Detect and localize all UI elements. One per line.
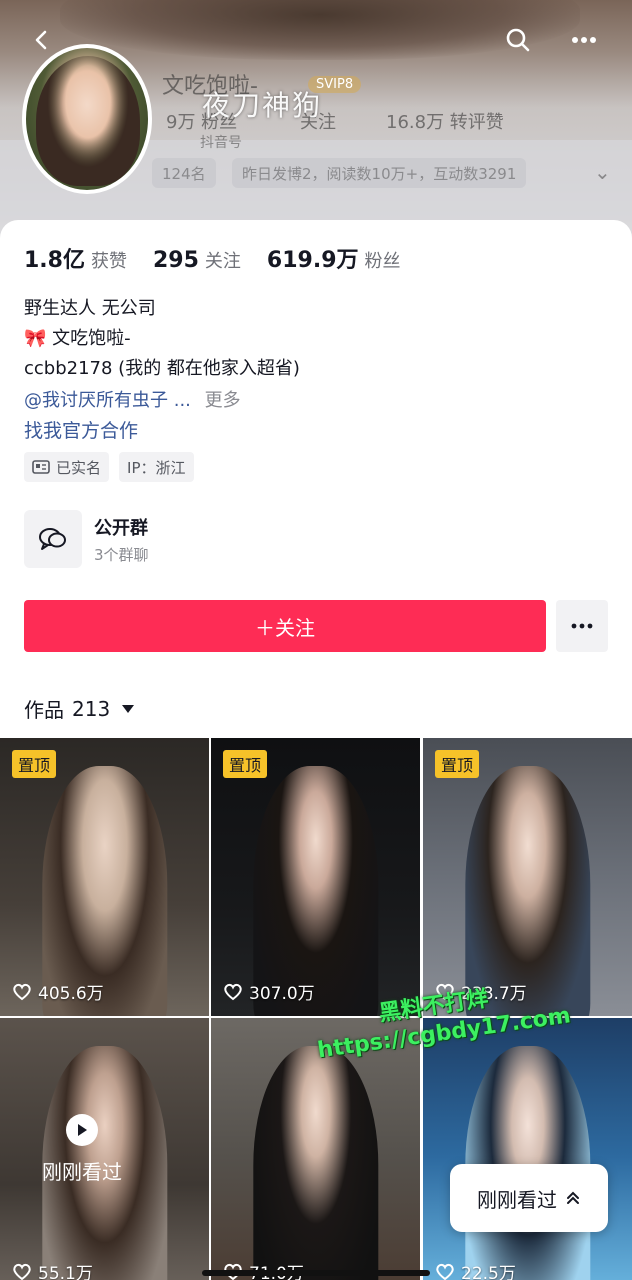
avatar-photo (36, 56, 140, 186)
likes-count: 1.8亿 (24, 248, 85, 273)
like-count: 55.1万 (12, 1259, 93, 1280)
heart-icon (13, 983, 31, 1000)
bio-line-3: ccbb2178 (我的 都在他家入超省) (24, 358, 300, 379)
profile-stats: 1.8亿 获赞 295 关注 619.9万 粉丝 (24, 242, 427, 274)
likes-label: 获赞 (90, 251, 127, 272)
just-watched-button-label: 刚刚看过 (477, 1187, 557, 1212)
avatar[interactable] (22, 44, 152, 194)
verified-tag: 已实名 (24, 452, 110, 482)
following-label[interactable]: 关注 (205, 247, 241, 273)
video-tile[interactable]: 22.5万 (423, 1018, 632, 1280)
video-tile[interactable]: 置顶 405.6万 (0, 738, 209, 1016)
bio-line-2: 🎀 文吃饱啦- (24, 324, 131, 350)
pinned-badge: 置顶 (12, 750, 57, 778)
followers-count[interactable]: 619.9万 (267, 242, 359, 274)
ribbon-icon: 🎀 (24, 328, 47, 349)
just-watched-button[interactable]: 刚刚看过 (450, 1164, 608, 1232)
home-indicator (202, 1270, 430, 1276)
search-button[interactable] (496, 18, 540, 62)
like-count-text: 55.1万 (38, 1264, 93, 1280)
follow-more-button[interactable] (556, 600, 608, 652)
public-group-entry[interactable]: 公开群 3个群聊 (24, 510, 324, 570)
verified-tag-label: 已实名 (56, 458, 102, 477)
group-title: 公开群 (94, 518, 148, 539)
follow-button[interactable]: ＋关注 (24, 600, 546, 652)
ip-location-label: IP：浙江 (127, 458, 186, 477)
more-dots-icon (571, 623, 593, 629)
followers-label[interactable]: 粉丝 (365, 247, 401, 273)
header-rank-pill: 124名 (152, 158, 216, 188)
double-chevron-up-icon (567, 1191, 579, 1204)
profile-tags: 已实名 IP：浙江 (24, 452, 194, 482)
group-subtitle: 3个群聊 (94, 546, 149, 564)
mention-link[interactable]: @我讨厌所有虫子 ... (24, 390, 191, 411)
like-count-text: 307.0万 (249, 984, 315, 1004)
just-watched-label: 刚刚看过 (42, 1160, 122, 1184)
heart-icon (436, 1263, 454, 1280)
group-chat-icon (24, 510, 82, 568)
header-repost-stat: 16.8万 转评赞 (386, 112, 504, 133)
works-tab[interactable]: 作品 213 (24, 694, 135, 723)
following-count[interactable]: 295 (153, 248, 199, 273)
chevron-left-icon (35, 30, 47, 50)
like-count: 307.0万 (223, 979, 315, 1004)
video-tile[interactable]: 刚刚看过 55.1万 (0, 1018, 209, 1280)
works-count: 213 (72, 696, 111, 721)
bio-line-2-text: 文吃饱啦- (52, 328, 131, 349)
official-cooperation-link[interactable]: 找我官方合作 (24, 416, 138, 443)
profile-card: 1.8亿 获赞 295 关注 619.9万 粉丝 野生达人 无公司 🎀 文吃饱啦… (0, 220, 632, 1280)
like-count-text: 405.6万 (38, 984, 104, 1004)
like-count: 22.5万 (435, 1259, 516, 1280)
like-count-text: 22.5万 (461, 1264, 516, 1280)
bio-line-1: 野生达人 无公司 (24, 298, 156, 319)
more-options-button[interactable] (562, 18, 606, 62)
more-dots-icon (572, 37, 596, 43)
heart-icon (224, 983, 242, 1000)
ip-location-tag: IP：浙江 (119, 452, 194, 482)
just-watched-overlay: 刚刚看过 (42, 1114, 122, 1185)
id-card-icon (32, 460, 50, 474)
search-icon (506, 28, 530, 52)
video-tile[interactable]: 71.0万 (211, 1018, 420, 1280)
play-icon (66, 1114, 98, 1146)
video-thumbnail (252, 1045, 379, 1280)
bio-more-link[interactable]: 更多 (205, 390, 241, 411)
pinned-badge: 置顶 (223, 750, 268, 778)
video-thumbnail (464, 1045, 591, 1280)
header-expand-icon[interactable]: ⌄ (594, 160, 611, 184)
watermark-text: 夜刀神狗 (202, 89, 323, 122)
video-tile[interactable]: 置顶 238.7万 (423, 738, 632, 1016)
works-label: 作品 (24, 698, 64, 722)
header-activity-pill: 昨日发博2，阅读数10万+，互动数3291 (232, 158, 527, 188)
heart-icon (13, 1263, 31, 1280)
video-tile[interactable]: 置顶 307.0万 (211, 738, 420, 1016)
caret-down-icon (122, 704, 135, 713)
bio-line-4: @我讨厌所有虫子 ... 更多 (24, 386, 241, 412)
header-douyin-id: 抖音号 (200, 135, 242, 151)
like-count: 405.6万 (12, 979, 104, 1004)
pinned-badge: 置顶 (435, 750, 480, 778)
